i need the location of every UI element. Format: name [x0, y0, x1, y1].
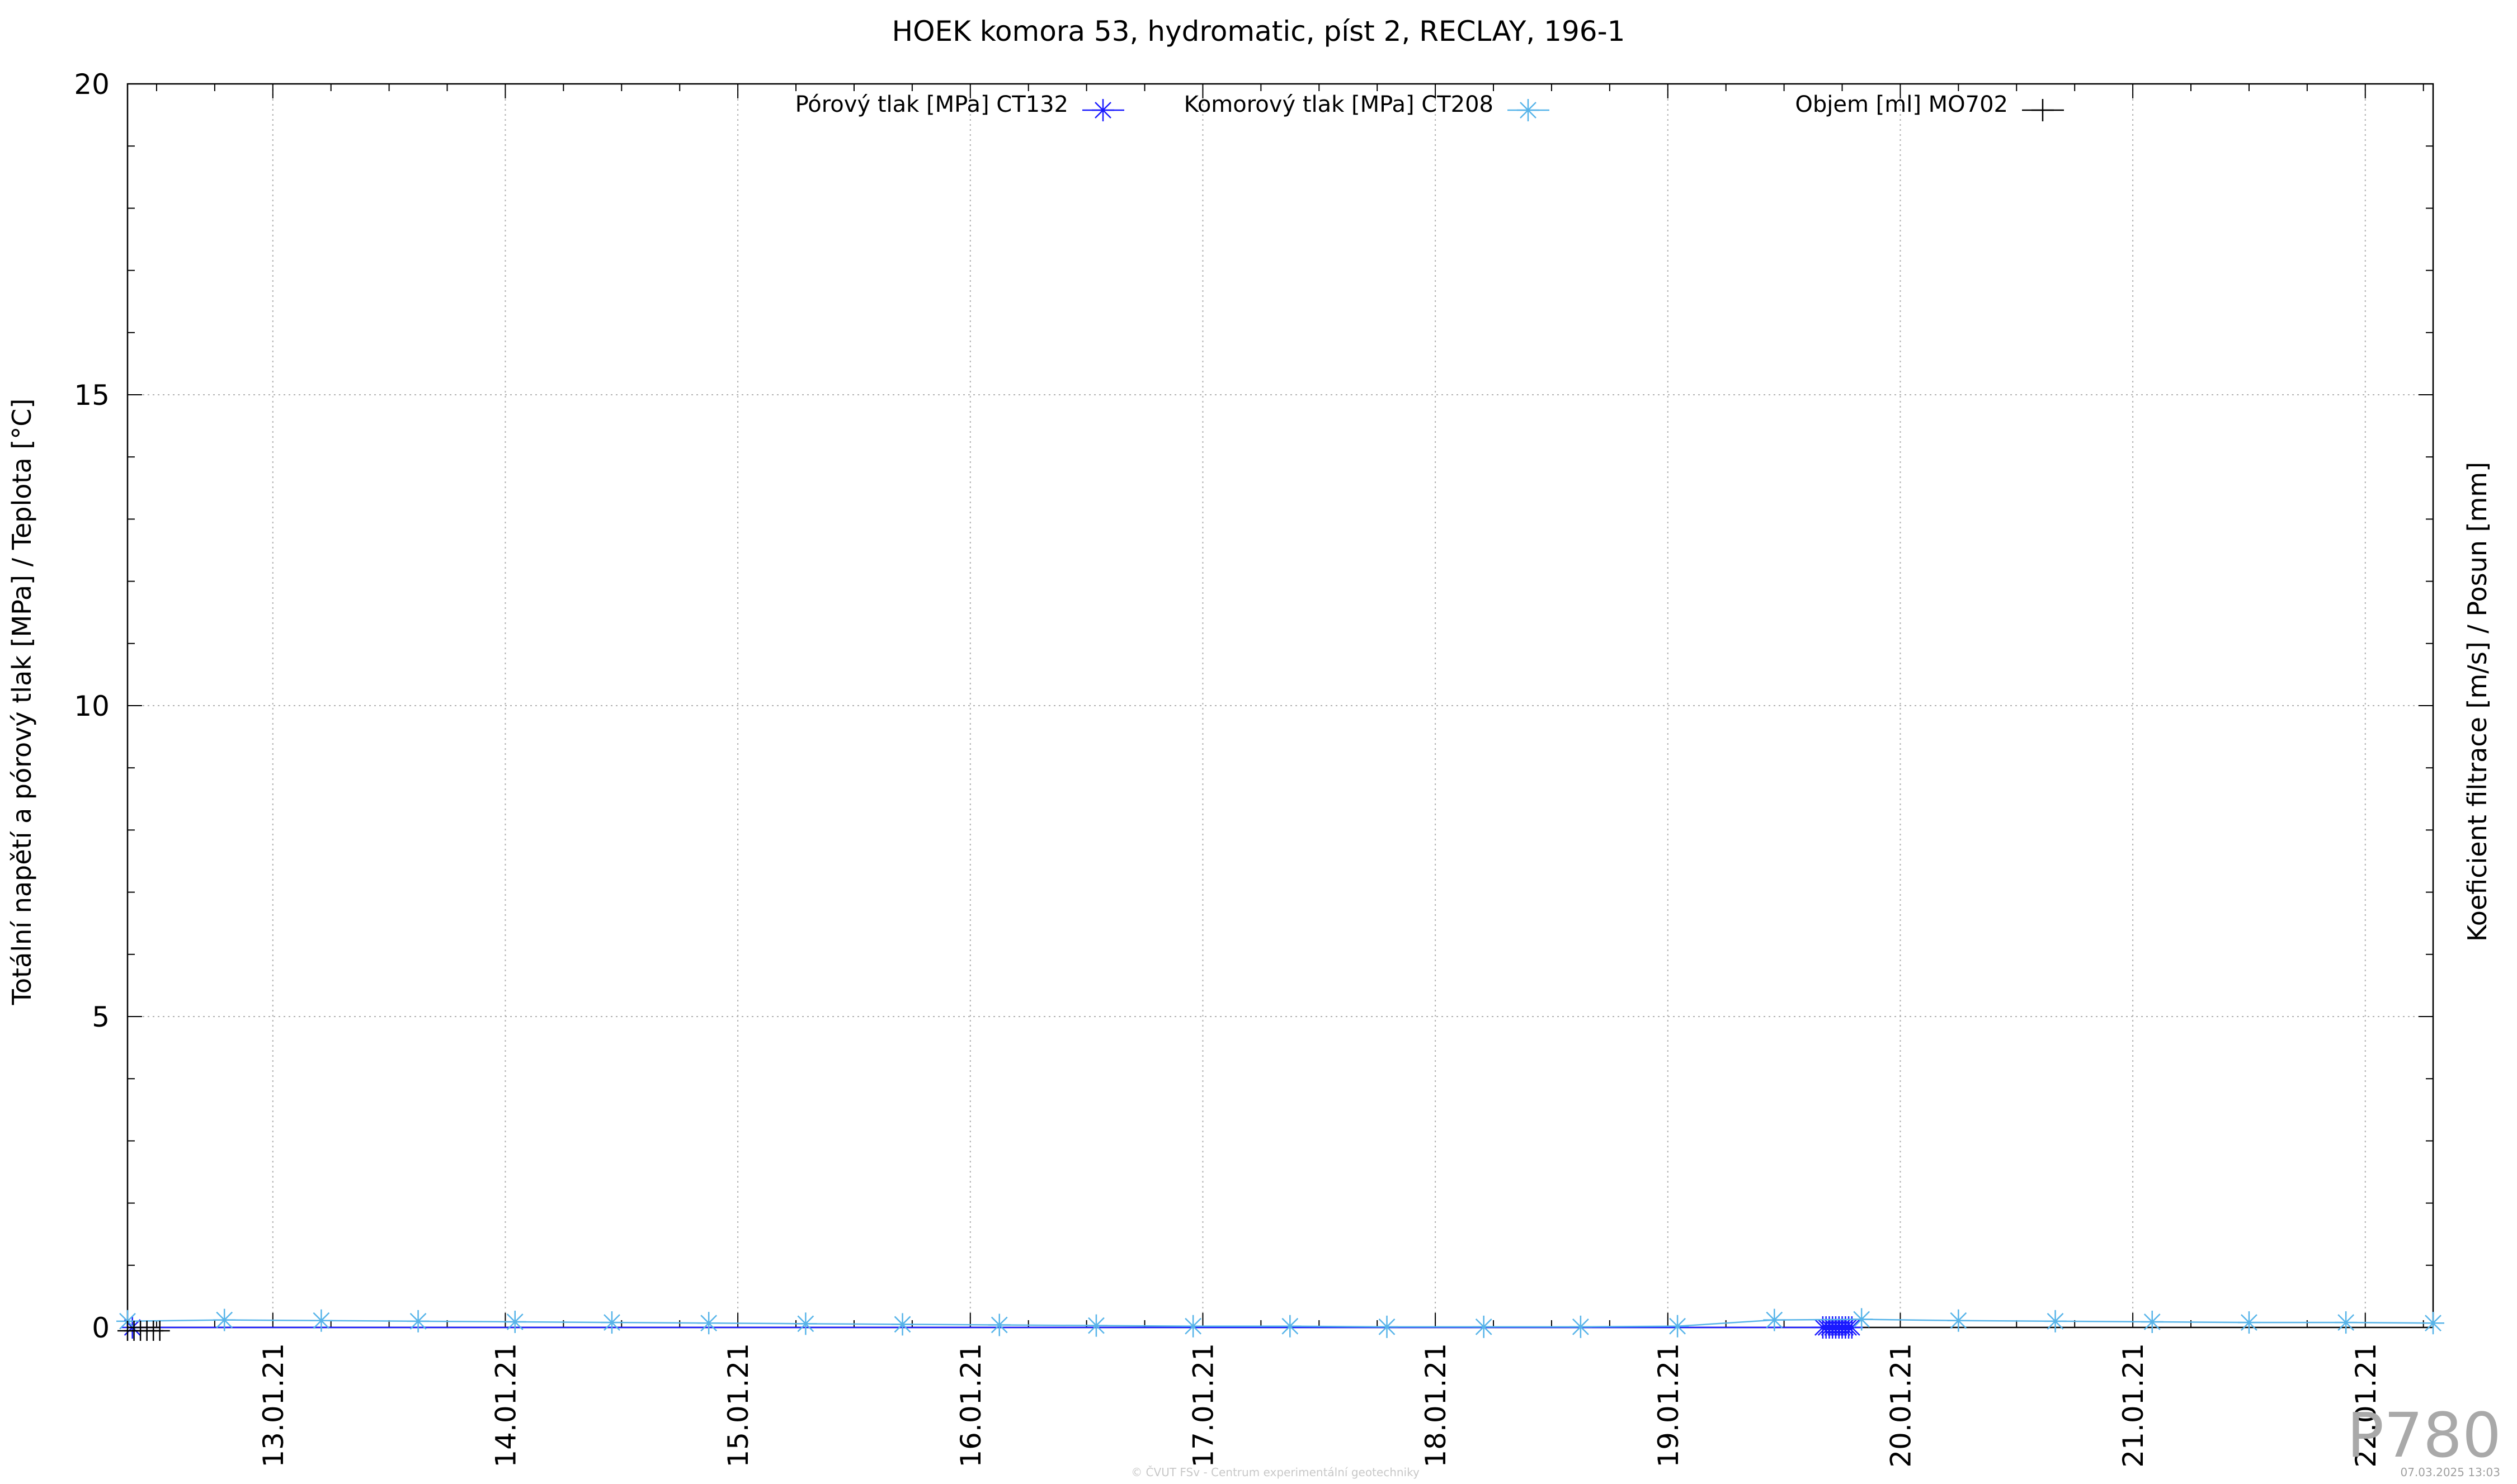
- chart-svg: 0 5 10 15 20 13.01.21 14.01.21 15.01.21 16.01.21…: [0, 0, 2517, 1482]
- data-point: [1472, 1315, 1495, 1338]
- data-point: [213, 1308, 236, 1331]
- data-point: [1085, 1314, 1107, 1337]
- data-point: [1279, 1315, 1302, 1338]
- y-tick-label: 20: [74, 68, 110, 101]
- chart-container: 0 5 10 15 20 13.01.21 14.01.21 15.01.21 16.01.21…: [0, 0, 2517, 1482]
- data-point: [310, 1309, 333, 1332]
- data-point: [2044, 1310, 2067, 1332]
- x-tick-label: 19.01.21: [1652, 1343, 1685, 1468]
- x-tick-label: 16.01.21: [955, 1343, 987, 1468]
- legend-marker: [1517, 99, 1539, 121]
- data-point: [2141, 1310, 2164, 1333]
- y-tick-label: 15: [74, 379, 110, 412]
- data-point: [1850, 1308, 1873, 1331]
- legend-marker: [1092, 99, 1114, 121]
- footer-stamp: 07.03.2025 13:03: [2400, 1466, 2500, 1479]
- data-point: [1947, 1309, 1970, 1332]
- data-point: [1666, 1315, 1689, 1338]
- footer-credit: © ČVUT FSv - Centrum experimentální geot…: [1131, 1466, 1420, 1479]
- legend: Pórový tlak [MPa] CT132 Komorový tlak [MP…: [795, 92, 2064, 121]
- data-point: [1569, 1315, 1592, 1338]
- data-point: [600, 1311, 623, 1334]
- data-point: [503, 1310, 526, 1333]
- data-point: [891, 1313, 914, 1336]
- data-point: [1182, 1315, 1205, 1338]
- watermark-label: P780: [2347, 1400, 2501, 1471]
- data-point: [1763, 1308, 1786, 1331]
- legend-label: Objem [ml] MO702: [1795, 92, 2008, 117]
- x-tick-label: 17.01.21: [1187, 1343, 1219, 1468]
- chart-background: [0, 0, 2517, 1482]
- chart-title: HOEK komora 53, hydromatic, píst 2, RECL…: [892, 15, 1625, 48]
- y-tick-label: 10: [74, 690, 110, 722]
- data-point: [697, 1312, 720, 1335]
- data-point: [1375, 1315, 1398, 1338]
- data-point: [2335, 1311, 2358, 1334]
- data-point: [2422, 1312, 2444, 1335]
- y-tick-label: 5: [92, 1001, 110, 1033]
- data-point: [2237, 1311, 2260, 1334]
- y-tick-label: 0: [92, 1312, 110, 1344]
- y-axis-label: Totální napětí a pórový tlak [MPa] / Tep…: [7, 399, 37, 1006]
- data-point: [988, 1313, 1011, 1336]
- data-point: [794, 1312, 817, 1335]
- x-tick-label: 20.01.21: [1884, 1343, 1917, 1468]
- x-tick-label: 21.01.21: [2117, 1343, 2150, 1468]
- x-tick-label: 15.01.21: [722, 1343, 755, 1468]
- legend-label: Pórový tlak [MPa] CT132: [795, 92, 1068, 117]
- legend-label: Komorový tlak [MPa] CT208: [1184, 92, 1493, 117]
- y2-axis-label: Koeficient filtrace [m/s] / Posun [mm]: [2462, 462, 2492, 942]
- x-tick-label: 18.01.21: [1420, 1343, 1452, 1468]
- x-tick-label: 14.01.21: [489, 1343, 522, 1468]
- data-point: [407, 1310, 430, 1332]
- x-tick-label: 13.01.21: [257, 1343, 290, 1468]
